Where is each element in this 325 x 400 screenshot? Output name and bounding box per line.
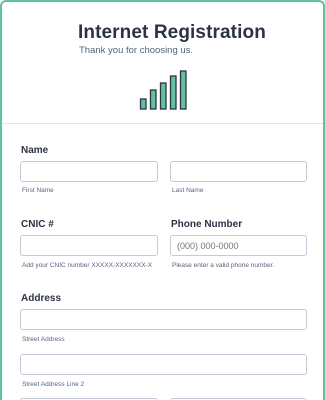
street-address-line2-input[interactable] — [20, 354, 307, 375]
phone-label: Phone Number — [171, 219, 243, 230]
form-header: Internet Registration Thank you for choo… — [2, 2, 323, 124]
street-address-sublabel: Street Address — [22, 336, 65, 343]
cnic-sublabel: Add your CNIC number XXXXX-XXXXXXX-X — [22, 262, 153, 269]
street-address-line2-sublabel: Street Address Line 2 — [22, 381, 85, 388]
last-name-input[interactable] — [170, 161, 307, 182]
form-subtitle: Thank you for choosing us. — [79, 45, 194, 56]
cnic-input[interactable] — [20, 235, 158, 256]
name-label: Name — [21, 145, 49, 156]
first-name-input[interactable] — [20, 161, 158, 182]
last-name-sublabel: Last Name — [172, 187, 204, 194]
cnic-label: CNIC # — [21, 219, 54, 230]
street-address-input[interactable] — [20, 309, 307, 330]
phone-input[interactable] — [170, 235, 307, 256]
signal-bars-icon — [139, 70, 187, 110]
phone-sublabel: Please enter a valid phone number. — [172, 262, 275, 269]
first-name-sublabel: First Name — [22, 187, 54, 194]
address-label: Address — [21, 293, 62, 304]
form-card: Internet Registration Thank you for choo… — [0, 0, 325, 400]
form-title: Internet Registration — [78, 22, 266, 43]
